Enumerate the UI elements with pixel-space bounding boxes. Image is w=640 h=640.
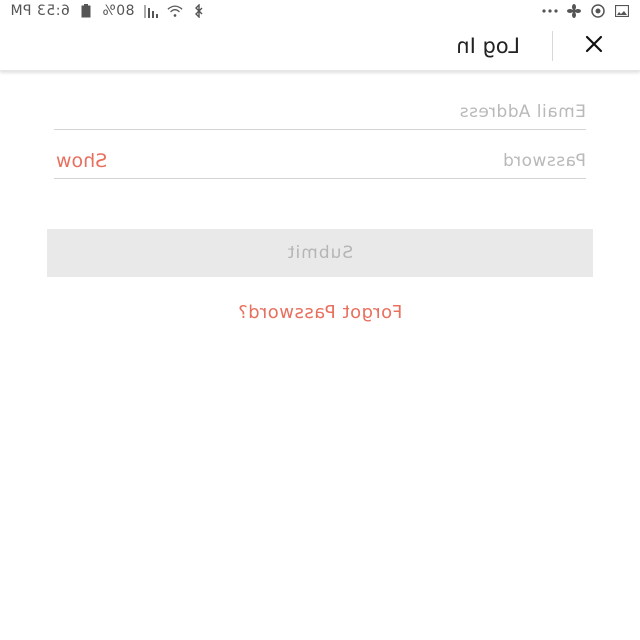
wifi-icon bbox=[167, 3, 183, 19]
login-screen: 80% 6:53 PM Log In Show Submit Forgot Pa… bbox=[0, 0, 640, 640]
email-field-container bbox=[54, 92, 586, 130]
fan-icon bbox=[566, 3, 582, 19]
header-divider bbox=[552, 31, 553, 61]
email-field[interactable] bbox=[54, 99, 586, 125]
password-field-container: Show bbox=[54, 141, 586, 179]
app-header: Log In bbox=[0, 22, 640, 71]
submit-button[interactable]: Submit bbox=[47, 229, 593, 277]
status-bar: 80% 6:53 PM bbox=[0, 0, 640, 22]
signal-icon bbox=[143, 3, 159, 19]
status-time: 6:53 PM bbox=[10, 3, 70, 19]
image-icon bbox=[614, 3, 630, 19]
page-title: Log In bbox=[456, 34, 520, 58]
status-right-group: 80% 6:53 PM bbox=[10, 3, 207, 19]
battery-percent: 80% bbox=[101, 3, 135, 19]
battery-icon bbox=[78, 3, 94, 19]
bluetooth-icon bbox=[191, 3, 207, 19]
password-field[interactable] bbox=[54, 148, 586, 174]
status-left-group bbox=[542, 3, 630, 19]
forgot-password-link[interactable]: Forgot Password? bbox=[0, 302, 640, 323]
close-icon bbox=[584, 34, 604, 58]
more-dots-icon bbox=[542, 3, 558, 19]
circle-status-icon bbox=[590, 3, 606, 19]
close-button[interactable] bbox=[578, 30, 610, 62]
show-password-toggle[interactable]: Show bbox=[56, 148, 107, 174]
